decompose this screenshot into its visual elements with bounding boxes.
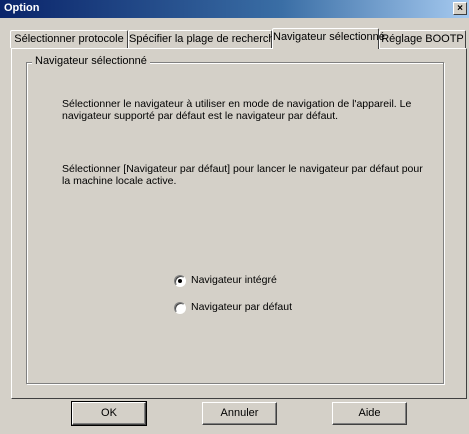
help-button[interactable]: Aide [332,402,407,425]
window-title: Option [4,2,40,14]
tab-reglage-bootp[interactable]: Réglage BOOTP [379,30,466,48]
radio-label: Navigateur intégré [191,274,277,286]
tab-label: Spécifier la plage de recherche [129,33,281,45]
tab-label: Navigateur sélectionné [273,31,385,43]
ok-button[interactable]: OK [71,401,147,426]
cancel-button[interactable]: Annuler [202,402,277,425]
close-icon: × [457,3,463,14]
radio-button-unchecked[interactable] [174,302,186,314]
tab-label: Réglage BOOTP [381,33,464,45]
tab-selectionner-protocole[interactable]: Sélectionner protocole [10,30,128,48]
tab-label: Sélectionner protocole [14,33,124,45]
radio-button-checked[interactable] [174,275,186,287]
description-paragraph-1: Sélectionner le navigateur à utiliser en… [62,98,412,122]
group-label: Navigateur sélectionné [32,55,150,67]
description-paragraph-2: Sélectionner [Navigateur par défaut] pou… [62,163,423,187]
tab-navigateur-selectionne[interactable]: Navigateur sélectionné [272,28,385,49]
radio-label: Navigateur par défaut [191,301,292,313]
ok-button-label: OK [101,407,117,419]
tab-specifier-plage[interactable]: Spécifier la plage de recherche [128,30,281,48]
title-bar: Option × [0,0,469,18]
help-button-label: Aide [358,407,381,419]
cancel-button-label: Annuler [220,407,259,419]
radio-dot-icon [178,279,182,283]
close-button[interactable]: × [453,2,467,15]
